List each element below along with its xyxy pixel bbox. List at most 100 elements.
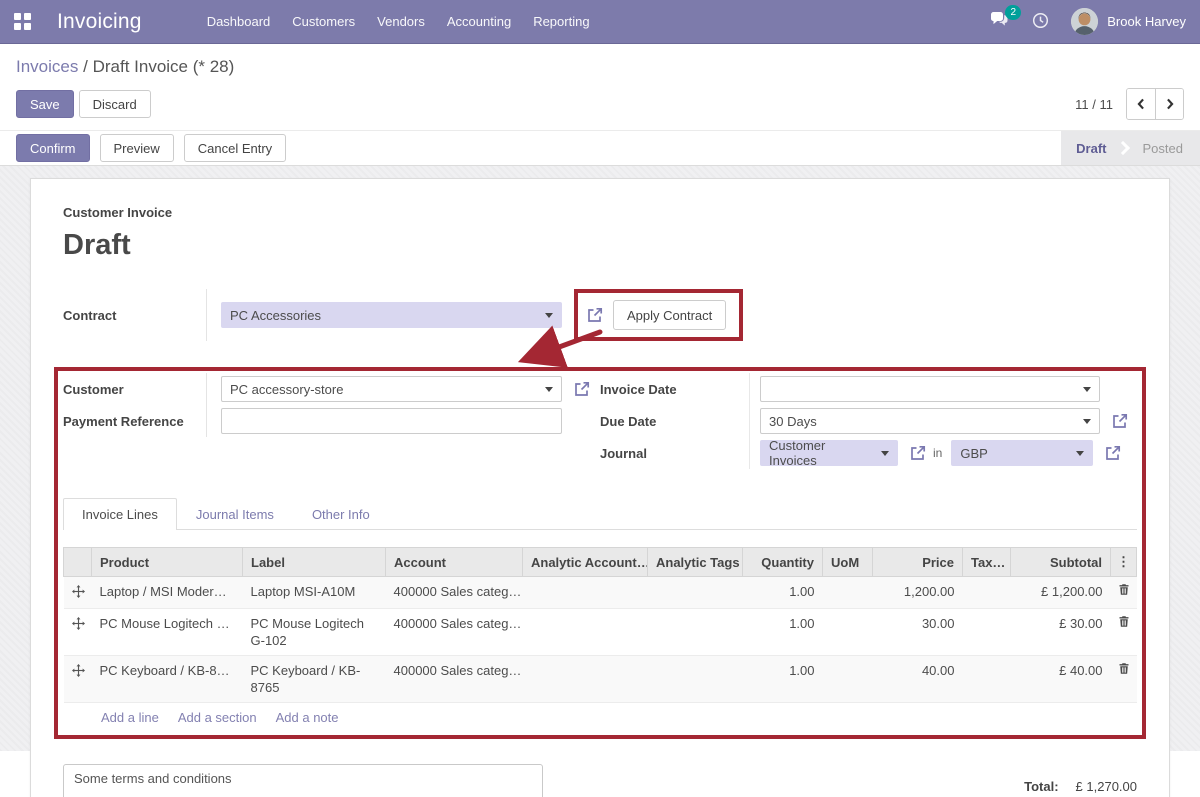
chevron-down-icon bbox=[1083, 387, 1091, 392]
cell-analytic-tags[interactable] bbox=[648, 656, 743, 703]
cell-uom[interactable] bbox=[823, 656, 873, 703]
breadcrumb-invoices-link[interactable]: Invoices bbox=[16, 57, 78, 76]
message-count-badge: 2 bbox=[1005, 5, 1021, 20]
cell-subtotal[interactable]: £ 30.00 bbox=[1011, 609, 1111, 656]
cell-analytic-account[interactable] bbox=[523, 656, 648, 703]
column-header-product[interactable]: Product bbox=[92, 548, 243, 577]
tab-other-info[interactable]: Other Info bbox=[293, 498, 389, 530]
contract-external-link-icon[interactable] bbox=[587, 307, 603, 323]
cell-account[interactable]: 400000 Sales categ… bbox=[386, 656, 523, 703]
optional-columns-toggle-icon[interactable]: ⋮ bbox=[1111, 548, 1137, 577]
drag-handle-icon[interactable] bbox=[64, 577, 92, 609]
cell-account[interactable]: 400000 Sales categ… bbox=[386, 577, 523, 609]
column-header-account[interactable]: Account bbox=[386, 548, 523, 577]
cell-analytic-account[interactable] bbox=[523, 577, 648, 609]
pager-next-button[interactable] bbox=[1155, 89, 1183, 119]
messages-button[interactable]: 2 bbox=[990, 12, 1010, 31]
cell-label[interactable]: Laptop MSI-A10M bbox=[243, 577, 386, 609]
status-draft[interactable]: Draft bbox=[1076, 141, 1106, 156]
status-posted[interactable]: Posted bbox=[1143, 141, 1183, 156]
apps-menu-icon[interactable] bbox=[14, 13, 31, 30]
column-header-price[interactable]: Price bbox=[873, 548, 963, 577]
cell-product[interactable]: PC Mouse Logitech … bbox=[92, 609, 243, 656]
invoice-line-row[interactable]: Laptop / MSI Moder…Laptop MSI-A10M400000… bbox=[64, 577, 1137, 609]
cell-analytic-tags[interactable] bbox=[648, 609, 743, 656]
currency-select[interactable]: GBP bbox=[951, 440, 1093, 466]
cell-taxes[interactable] bbox=[963, 609, 1011, 656]
nav-item-customers[interactable]: Customers bbox=[281, 0, 366, 43]
cell-subtotal[interactable]: £ 40.00 bbox=[1011, 656, 1111, 703]
discard-button[interactable]: Discard bbox=[79, 90, 151, 118]
cell-taxes[interactable] bbox=[963, 656, 1011, 703]
due-date-row: Due Date 30 Days bbox=[600, 405, 1137, 437]
column-header-analytic-account[interactable]: Analytic Account… bbox=[523, 548, 648, 577]
column-header-label[interactable]: Label bbox=[243, 548, 386, 577]
cell-quantity[interactable]: 1.00 bbox=[743, 609, 823, 656]
column-header-uom[interactable]: UoM bbox=[823, 548, 873, 577]
cell-product[interactable]: Laptop / MSI Moder… bbox=[92, 577, 243, 609]
contract-label: Contract bbox=[63, 289, 207, 341]
chevron-down-icon bbox=[545, 313, 553, 318]
cell-label[interactable]: PC Mouse Logitech G-102 bbox=[243, 609, 386, 656]
cell-label[interactable]: PC Keyboard / KB-8765 bbox=[243, 656, 386, 703]
tab-journal-items[interactable]: Journal Items bbox=[177, 498, 293, 530]
link-add-a-section[interactable]: Add a section bbox=[178, 710, 257, 725]
cell-price[interactable]: 1,200.00 bbox=[873, 577, 963, 609]
breadcrumb: Invoices / Draft Invoice (* 28) bbox=[16, 57, 1184, 77]
due-date-external-link-icon[interactable] bbox=[1112, 413, 1128, 429]
cell-analytic-tags[interactable] bbox=[648, 577, 743, 609]
link-add-a-line[interactable]: Add a line bbox=[101, 710, 159, 725]
cell-taxes[interactable] bbox=[963, 577, 1011, 609]
currency-external-link-icon[interactable] bbox=[1105, 445, 1121, 461]
column-header-tax[interactable]: Tax… bbox=[963, 548, 1011, 577]
tab-invoice-lines[interactable]: Invoice Lines bbox=[63, 498, 177, 530]
link-add-a-note[interactable]: Add a note bbox=[276, 710, 339, 725]
journal-external-link-icon[interactable] bbox=[910, 445, 926, 461]
cell-price[interactable]: 40.00 bbox=[873, 656, 963, 703]
invoice-date-select[interactable] bbox=[760, 376, 1100, 402]
cell-quantity[interactable]: 1.00 bbox=[743, 656, 823, 703]
column-header-analytic-tags[interactable]: Analytic Tags bbox=[648, 548, 743, 577]
activities-button[interactable] bbox=[1032, 12, 1049, 32]
nav-item-dashboard[interactable]: Dashboard bbox=[196, 0, 282, 43]
cell-uom[interactable] bbox=[823, 577, 873, 609]
column-header-subtotal[interactable]: Subtotal bbox=[1011, 548, 1111, 577]
apply-contract-button[interactable]: Apply Contract bbox=[613, 300, 726, 330]
nav-item-accounting[interactable]: Accounting bbox=[436, 0, 522, 43]
invoice-line-row[interactable]: PC Mouse Logitech …PC Mouse Logitech G-1… bbox=[64, 609, 1137, 656]
nav-item-vendors[interactable]: Vendors bbox=[366, 0, 436, 43]
terms-and-conditions-input[interactable]: Some terms and conditions bbox=[63, 764, 543, 797]
drag-handle-icon[interactable] bbox=[64, 609, 92, 656]
drag-handle-icon[interactable] bbox=[64, 656, 92, 703]
preview-button[interactable]: Preview bbox=[100, 134, 174, 162]
cancel-entry-button[interactable]: Cancel Entry bbox=[184, 134, 286, 162]
notebook-tab-bar: Invoice LinesJournal ItemsOther Info bbox=[63, 498, 1137, 530]
cell-uom[interactable] bbox=[823, 609, 873, 656]
due-date-select[interactable]: 30 Days bbox=[760, 408, 1100, 434]
save-button[interactable]: Save bbox=[16, 90, 74, 118]
column-header-quantity[interactable]: Quantity bbox=[743, 548, 823, 577]
breadcrumb-current: Draft Invoice (* 28) bbox=[93, 57, 235, 76]
cell-account[interactable]: 400000 Sales categ… bbox=[386, 609, 523, 656]
invoice-line-row[interactable]: PC Keyboard / KB-8…PC Keyboard / KB-8765… bbox=[64, 656, 1137, 703]
payment-reference-input[interactable] bbox=[221, 408, 562, 434]
journal-select[interactable]: Customer Invoices bbox=[760, 440, 898, 466]
customer-select[interactable]: PC accessory-store bbox=[221, 376, 562, 402]
pager-previous-button[interactable] bbox=[1127, 89, 1155, 119]
delete-line-icon[interactable] bbox=[1111, 609, 1137, 656]
app-title[interactable]: Invoicing bbox=[57, 10, 142, 34]
cell-analytic-account[interactable] bbox=[523, 609, 648, 656]
nav-item-reporting[interactable]: Reporting bbox=[522, 0, 600, 43]
customer-value: PC accessory-store bbox=[230, 382, 343, 397]
confirm-button[interactable]: Confirm bbox=[16, 134, 90, 162]
cell-subtotal[interactable]: £ 1,200.00 bbox=[1011, 577, 1111, 609]
annotation-box-contract-fields: Customer PC accessory-store Payment Refe… bbox=[54, 367, 1146, 739]
cell-quantity[interactable]: 1.00 bbox=[743, 577, 823, 609]
delete-line-icon[interactable] bbox=[1111, 656, 1137, 703]
cell-price[interactable]: 30.00 bbox=[873, 609, 963, 656]
contract-select[interactable]: PC Accessories bbox=[221, 302, 562, 328]
cell-product[interactable]: PC Keyboard / KB-8… bbox=[92, 656, 243, 703]
customer-external-link-icon[interactable] bbox=[574, 381, 590, 397]
user-menu[interactable]: Brook Harvey bbox=[1071, 8, 1186, 35]
delete-line-icon[interactable] bbox=[1111, 577, 1137, 609]
